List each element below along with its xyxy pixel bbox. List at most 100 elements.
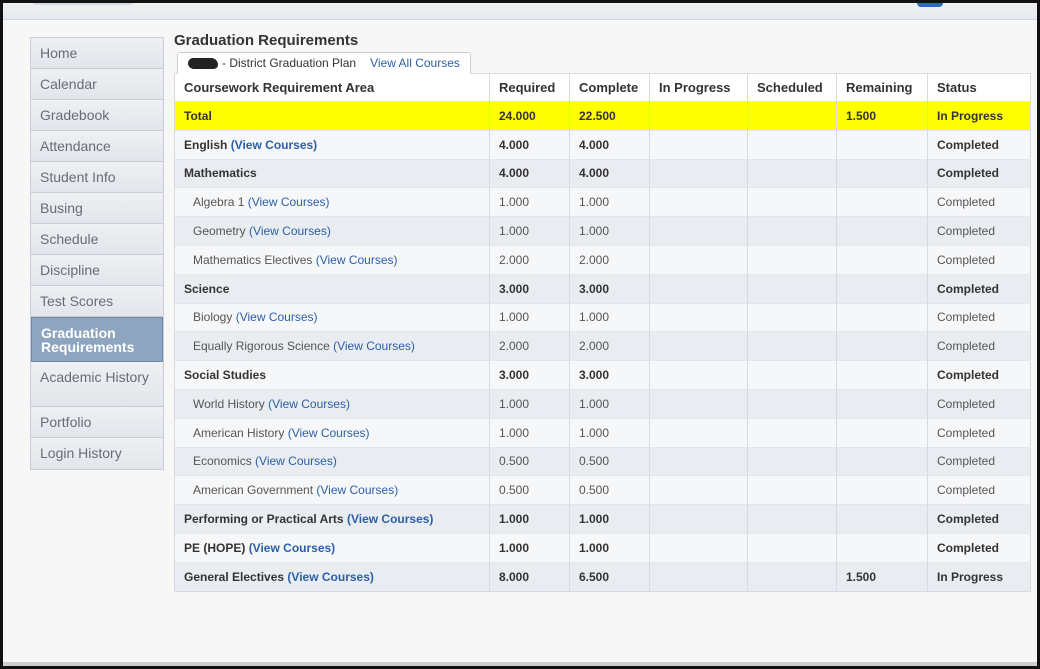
in-progress-cell <box>649 532 748 563</box>
remaining-cell <box>836 446 928 476</box>
sidebar-item-calendar[interactable]: Calendar <box>31 69 163 100</box>
table-row: Performing or Practical Arts (View Cours… <box>174 504 1031 534</box>
page-title: Graduation Requirements <box>174 32 359 49</box>
table-row: English (View Courses) 4.000 4.000 Complete… <box>174 129 1031 160</box>
required-cell: 1.000 <box>489 388 570 419</box>
view-courses-link[interactable]: (View Courses) <box>287 570 373 584</box>
view-courses-link[interactable]: (View Courses) <box>231 138 317 152</box>
sidebar-item-portfolio[interactable]: Portfolio <box>31 407 163 438</box>
status-cell: Completed <box>927 504 1031 534</box>
remaining-cell <box>836 532 928 563</box>
table-row: American History (View Courses) 1.000 1.00… <box>174 417 1031 448</box>
view-courses-link[interactable]: (View Courses) <box>316 253 398 267</box>
sidebar-item-test-scores[interactable]: Test Scores <box>31 286 163 317</box>
required-cell: 4.000 <box>489 129 570 160</box>
requirement-area-name: Science <box>184 281 230 296</box>
required-cell: 1.000 <box>489 187 570 217</box>
sidebar-item-student-info[interactable]: Student Info <box>31 162 163 193</box>
sidebar-item-login-history[interactable]: Login History <box>31 438 163 469</box>
in-progress-cell <box>649 244 748 275</box>
required-cell: 8.000 <box>489 561 570 592</box>
status-cell: Completed <box>927 158 1031 188</box>
requirement-area-name: Performing or Practical Arts <box>184 512 344 527</box>
requirement-area-cell: General Electives (View Courses) <box>174 561 490 592</box>
requirement-area-name: World History <box>193 396 265 411</box>
remaining-cell <box>836 273 928 304</box>
view-courses-link[interactable]: (View Courses) <box>248 195 330 209</box>
sidebar-item-attendance[interactable]: Attendance <box>31 131 163 162</box>
requirement-area-cell: Algebra 1 (View Courses) <box>174 187 490 217</box>
sidebar-nav: Home Calendar Gradebook Attendance Student I… <box>30 37 164 470</box>
scheduled-cell <box>747 187 837 217</box>
table-row: General Electives (View Courses) 8.000 6.5… <box>174 561 1031 592</box>
scheduled-cell <box>747 475 837 505</box>
scheduled-cell <box>747 101 837 131</box>
redacted-logo-icon <box>188 58 218 69</box>
requirement-area-cell: Equally Rigorous Science (View Courses) <box>174 331 490 361</box>
view-courses-link[interactable]: (View Courses) <box>288 426 370 440</box>
column-header: Remaining <box>836 73 928 102</box>
in-progress-cell <box>649 187 748 217</box>
requirement-area-cell: Social Studies <box>174 360 490 390</box>
app-window: Home Calendar Gradebook Attendance Student I… <box>0 0 1040 669</box>
table-row: Mathematics 4.000 4.000 Completed <box>174 158 1031 188</box>
in-progress-cell <box>649 216 748 246</box>
complete-cell: 1.000 <box>569 187 650 217</box>
view-courses-link[interactable]: (View Courses) <box>255 454 337 468</box>
view-courses-link[interactable]: (View Courses) <box>316 483 398 497</box>
top-strip-button[interactable] <box>917 3 943 7</box>
status-cell: Completed <box>927 187 1031 217</box>
view-courses-link[interactable]: (View Courses) <box>236 310 318 324</box>
in-progress-cell <box>649 129 748 160</box>
sidebar-item-graduation-requirements[interactable]: Graduation Requirements <box>31 317 163 362</box>
complete-cell: 1.000 <box>569 216 650 246</box>
status-cell: Completed <box>927 331 1031 361</box>
view-courses-link[interactable]: (View Courses) <box>347 512 433 526</box>
in-progress-cell <box>649 158 748 188</box>
view-courses-link[interactable]: (View Courses) <box>249 224 331 238</box>
complete-cell: 2.000 <box>569 244 650 275</box>
status-cell: Completed <box>927 446 1031 476</box>
table-row: Biology (View Courses) 1.000 1.000 Complete… <box>174 302 1031 332</box>
status-cell: Completed <box>927 417 1031 448</box>
remaining-cell <box>836 216 928 246</box>
sidebar-item-discipline[interactable]: Discipline <box>31 255 163 286</box>
tab-district-graduation-plan[interactable]: - District Graduation Plan View All Cour… <box>177 52 471 74</box>
column-header: Complete <box>569 73 650 102</box>
complete-cell: 4.000 <box>569 158 650 188</box>
required-cell: 3.000 <box>489 273 570 304</box>
top-strip-decoration <box>33 3 133 5</box>
bottom-border <box>3 662 1037 666</box>
complete-cell: 3.000 <box>569 273 650 304</box>
sidebar-item-home[interactable]: Home <box>31 38 163 69</box>
requirement-area-name: Algebra 1 <box>193 195 245 210</box>
requirement-area-cell: Biology (View Courses) <box>174 302 490 332</box>
requirement-area-name: Biology <box>193 310 233 325</box>
requirement-area-cell: Mathematics Electives (View Courses) <box>174 244 490 275</box>
top-strip <box>3 3 1037 20</box>
sidebar-item-busing[interactable]: Busing <box>31 193 163 224</box>
requirement-area-name: General Electives <box>184 569 285 584</box>
sidebar-item-schedule[interactable]: Schedule <box>31 224 163 255</box>
requirement-area-name: Mathematics Electives <box>193 252 313 267</box>
requirement-area-cell: Mathematics <box>174 158 490 188</box>
required-cell: 2.000 <box>489 244 570 275</box>
in-progress-cell <box>649 388 748 419</box>
view-courses-link[interactable]: (View Courses) <box>268 397 350 411</box>
status-cell: Completed <box>927 532 1031 563</box>
sidebar-item-academic-history[interactable]: Academic History <box>31 362 163 407</box>
view-courses-link[interactable]: (View Courses) <box>249 541 335 555</box>
requirement-area-cell: Total <box>174 101 490 131</box>
status-cell: Completed <box>927 129 1031 160</box>
tab-bar: - District Graduation Plan View All Cour… <box>174 51 1030 74</box>
table-header-row: Coursework Requirement Area Required Compl… <box>174 73 1031 102</box>
view-courses-link[interactable]: (View Courses) <box>333 339 415 353</box>
remaining-cell <box>836 475 928 505</box>
sidebar-item-gradebook[interactable]: Gradebook <box>31 100 163 131</box>
scheduled-cell <box>747 417 837 448</box>
view-all-courses-link[interactable]: View All Courses <box>370 53 460 74</box>
requirement-area-name: Social Studies <box>184 368 267 383</box>
complete-cell: 1.000 <box>569 388 650 419</box>
requirement-area-cell: Geometry (View Courses) <box>174 216 490 246</box>
remaining-cell <box>836 331 928 361</box>
